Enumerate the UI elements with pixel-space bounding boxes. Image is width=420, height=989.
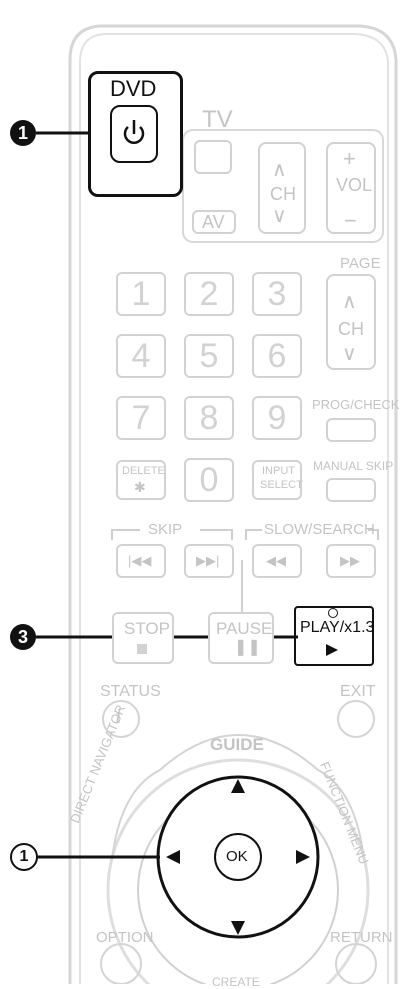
num-5-button[interactable]: 5 xyxy=(184,334,234,378)
return-label: RETURN xyxy=(330,929,393,946)
option-label: OPTION xyxy=(96,929,154,946)
delete-label: DELETE xyxy=(122,465,165,477)
tv-power-button[interactable] xyxy=(194,140,232,174)
select-label: SELECT xyxy=(260,479,303,491)
page-label: PAGE xyxy=(340,255,381,272)
skip-back-icon: |◀◀ xyxy=(128,553,152,568)
rewind-icon: ◀◀ xyxy=(266,553,286,568)
page-up-icon: ∧ xyxy=(342,291,357,313)
pause-label: PAUSE xyxy=(216,619,273,638)
play-indicator-icon xyxy=(328,608,338,618)
av-label: AV xyxy=(202,212,225,232)
num-3-button[interactable]: 3 xyxy=(252,272,302,316)
num-9-button[interactable]: 9 xyxy=(252,396,302,440)
vol-minus: − xyxy=(344,208,357,233)
num-4-button[interactable]: 4 xyxy=(116,334,166,378)
callout-3: 3 xyxy=(10,624,36,650)
tv-ch-label: CH xyxy=(270,184,296,204)
skip-label: SKIP xyxy=(148,521,183,538)
stop-icon xyxy=(137,644,147,654)
manual-skip-button[interactable] xyxy=(326,478,376,502)
status-label: STATUS xyxy=(100,683,161,700)
create-label: CREATE xyxy=(212,975,260,989)
tv-ch-up-icon: ∧ xyxy=(272,159,287,181)
tv-label: TV xyxy=(202,106,233,133)
num-1-button[interactable]: 1 xyxy=(116,272,166,316)
callout-circle-1: 1 xyxy=(10,843,38,871)
slow-search-label: SLOW/SEARCH xyxy=(264,521,375,538)
num-7-button[interactable]: 7 xyxy=(116,396,166,440)
num-0-button[interactable]: 0 xyxy=(184,458,234,502)
dvd-label: DVD xyxy=(110,76,157,101)
num-6-button[interactable]: 6 xyxy=(252,334,302,378)
page-ch-label: CH xyxy=(338,319,364,339)
prog-check-label: PROG/CHECK xyxy=(312,397,400,412)
guide-label: GUIDE xyxy=(210,735,264,754)
callout-1: 1 xyxy=(10,120,36,146)
exit-label: EXIT xyxy=(340,683,376,700)
pause-icon: ❚❚ xyxy=(234,639,261,656)
vol-plus: + xyxy=(343,146,356,171)
tv-ch-down-icon: ∨ xyxy=(272,205,287,227)
dvd-power-button[interactable] xyxy=(110,105,158,163)
ok-label: OK xyxy=(226,848,248,865)
play-label: PLAY/x1.3 xyxy=(300,619,375,636)
vol-label: VOL xyxy=(336,175,373,195)
manual-skip-label: MANUAL SKIP xyxy=(313,459,394,473)
prog-check-button[interactable] xyxy=(326,418,376,442)
skip-forward-icon: ▶▶| xyxy=(196,553,220,568)
num-2-button[interactable]: 2 xyxy=(184,272,234,316)
star-icon: ✱ xyxy=(134,479,146,495)
input-label: INPUT xyxy=(262,465,295,477)
fast-forward-icon: ▶▶ xyxy=(340,553,360,568)
stop-label: STOP xyxy=(124,619,170,638)
page-down-icon: ∨ xyxy=(342,343,357,365)
num-8-button[interactable]: 8 xyxy=(184,396,234,440)
